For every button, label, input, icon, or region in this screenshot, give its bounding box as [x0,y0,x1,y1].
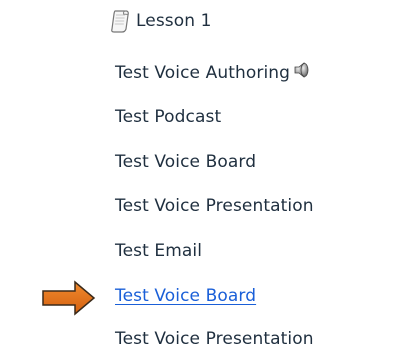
arrow-right-icon [42,280,96,316]
nav-item-label: Test Voice Presentation [115,329,314,349]
nav-item-test-email[interactable]: Test Email [115,238,202,264]
page-icon [110,9,132,33]
nav-item-test-voice-authoring[interactable]: Test Voice Authoring [115,60,310,86]
nav-item-label: Test Podcast [115,107,222,127]
nav-item-test-podcast[interactable]: Test Podcast [115,104,221,130]
nav-item-test-voice-board-link[interactable]: Test Voice Board [115,283,256,309]
nav-item-lesson-1[interactable]: Lesson 1 [111,8,212,34]
nav-item-label: Test Email [115,241,203,261]
lesson-nav-list: Lesson 1 Test Voice Authoring Test Podca… [111,0,403,354]
nav-item-label: Test Voice Authoring [115,63,291,83]
nav-item-label: Lesson 1 [136,11,212,31]
speaker-icon[interactable] [292,61,310,79]
nav-item-label: Test Voice Presentation [115,196,314,216]
nav-item-test-voice-board[interactable]: Test Voice Board [115,149,256,175]
nav-item-test-voice-presentation[interactable]: Test Voice Presentation [115,193,314,219]
nav-item-label: Test Voice Board [115,286,257,306]
nav-item-label: Test Voice Board [115,152,257,172]
nav-item-test-voice-presentation-2[interactable]: Test Voice Presentation [115,326,314,352]
